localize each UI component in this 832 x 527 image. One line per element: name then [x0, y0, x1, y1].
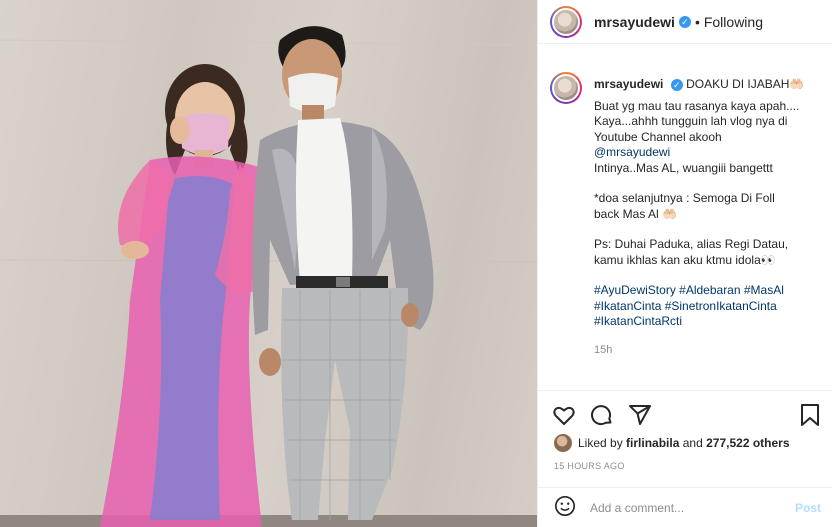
- share-icon[interactable]: [628, 403, 652, 432]
- caption-hashtags[interactable]: #IkatanCinta #SinetronIkatanCinta: [594, 299, 821, 315]
- liker-avatar[interactable]: [554, 434, 572, 452]
- caption-line: back Mas Al 🤲🏻: [594, 206, 677, 221]
- liked-by-and: and: [682, 436, 703, 450]
- caption-block: mrsayudewi ✓ DOAKU DI IJABAH🤲🏻 Buat yg m…: [538, 56, 832, 388]
- comment-bar: Post: [538, 487, 832, 527]
- post-photo[interactable]: [0, 0, 537, 527]
- liked-by-prefix: Liked by: [578, 436, 623, 450]
- caption-verified-badge-icon: ✓: [670, 79, 683, 91]
- likes-summary: Liked by firlinabila and 277,522 others: [554, 434, 790, 452]
- comment-icon[interactable]: [590, 403, 614, 432]
- caption-age[interactable]: 15h: [594, 343, 821, 359]
- caption-username[interactable]: mrsayudewi: [594, 77, 663, 91]
- author-username[interactable]: mrsayudewi: [594, 14, 675, 30]
- caption-line: Buat yg mau tau rasanya kaya apah....: [594, 98, 800, 113]
- comment-input[interactable]: [590, 501, 795, 515]
- caption-line: Ps: Duhai Paduka, alias Regi Datau,: [594, 237, 789, 251]
- caption-title: DOAKU DI IJABAH🤲🏻: [686, 77, 805, 91]
- post-header: mrsayudewi ✓ • Following: [538, 0, 832, 44]
- caption-avatar[interactable]: [550, 72, 582, 104]
- post-timestamp[interactable]: 15 HOURS AGO: [554, 461, 625, 471]
- verified-badge-icon: ✓: [678, 15, 691, 28]
- post-photo-illustration: [0, 26, 537, 527]
- caption-line: *doa selanjutnya : Semoga Di Foll: [594, 191, 775, 205]
- header-separator: •: [694, 13, 700, 30]
- caption-hashtags[interactable]: #AyuDewiStory #Aldebaran #MasAl: [594, 283, 821, 299]
- caption-mention-link[interactable]: @mrsayudewi: [594, 145, 821, 161]
- following-button[interactable]: Following: [704, 14, 763, 30]
- caption-line: Intinya..Mas AL, wuangiii bangettt: [594, 160, 773, 175]
- bookmark-icon[interactable]: [799, 403, 821, 432]
- heart-icon[interactable]: [552, 403, 576, 432]
- post-side-panel: mrsayudewi ✓ • Following mrsayudewi ✓ DO…: [537, 0, 832, 527]
- caption-hashtags[interactable]: #IkatanCintaRcti: [594, 314, 821, 330]
- likes-count-button[interactable]: 277,522 others: [706, 436, 789, 450]
- caption-line: Kaya...ahhh tungguin lah vlog nya di: [594, 114, 788, 128]
- actions-section: Liked by firlinabila and 277,522 others …: [538, 390, 832, 527]
- caption-title-line: mrsayudewi ✓ DOAKU DI IJABAH🤲🏻: [594, 77, 821, 93]
- emoji-icon[interactable]: [554, 495, 576, 522]
- action-icons: [552, 403, 652, 432]
- caption-line: Youtube Channel akooh: [594, 129, 722, 144]
- author-avatar[interactable]: [550, 5, 582, 38]
- caption-line: kamu ikhlas kan aku ktmu idola👀: [594, 252, 776, 267]
- post-comment-button[interactable]: Post: [795, 501, 821, 515]
- caption-body: mrsayudewi ✓ DOAKU DI IJABAH🤲🏻 Buat yg m…: [594, 56, 821, 388]
- liked-by-user[interactable]: firlinabila: [626, 436, 679, 450]
